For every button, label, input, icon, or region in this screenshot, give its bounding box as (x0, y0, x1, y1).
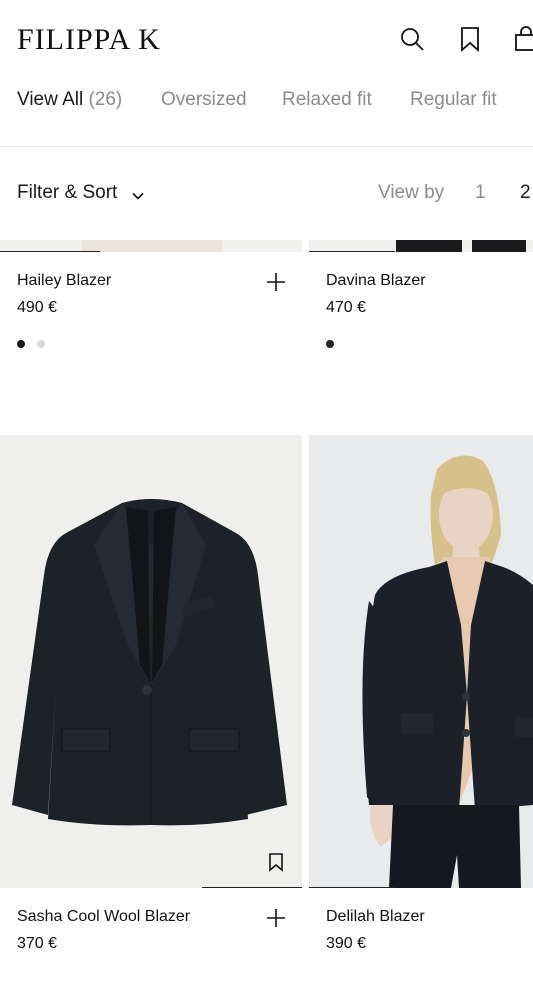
filter-sort-button[interactable]: Filter & Sort (17, 181, 145, 205)
tab-label: Regular fit (410, 89, 497, 110)
search-icon[interactable] (399, 26, 425, 52)
add-to-bag-icon[interactable] (266, 272, 286, 292)
tab-oversized[interactable]: Oversized (161, 88, 247, 112)
color-swatch[interactable] (17, 340, 25, 348)
view-by-label: View by (378, 182, 445, 203)
site-header: FILIPPA K (0, 0, 533, 78)
tab-view-all[interactable]: View All (26) (17, 88, 122, 112)
product-image-sasha[interactable] (0, 435, 302, 888)
color-swatch[interactable] (326, 340, 334, 348)
add-to-bag-icon[interactable] (266, 908, 286, 928)
bookmark-icon[interactable] (457, 26, 483, 52)
product-name[interactable]: Davina Blazer (326, 271, 426, 291)
view-option-2[interactable]: 2 (520, 181, 531, 205)
garment-hem (82, 240, 222, 252)
category-tabs: View All (26) Oversized Relaxed fit Regu… (0, 82, 533, 118)
garment-hem (472, 240, 526, 252)
garment-hem (396, 240, 462, 252)
divider (0, 146, 533, 147)
image-progress-line (202, 887, 302, 888)
color-swatch[interactable] (37, 340, 45, 348)
tab-label: Relaxed fit (282, 89, 372, 110)
bag-icon[interactable] (513, 26, 533, 52)
tab-label: View All (17, 89, 84, 110)
product-image-hailey[interactable] (0, 240, 302, 252)
product-name[interactable]: Sasha Cool Wool Blazer (17, 907, 190, 927)
product-price: 390 € (326, 935, 367, 952)
model-photo-illustration (362, 455, 533, 888)
product-price: 470 € (326, 299, 367, 316)
chevron-down-icon (131, 186, 145, 200)
filter-sort-label: Filter & Sort (17, 182, 118, 203)
image-progress-line (309, 887, 395, 888)
product-price: 370 € (17, 935, 58, 952)
product-name[interactable]: Delilah Blazer (326, 907, 425, 927)
product-price: 490 € (17, 299, 58, 316)
product-name[interactable]: Hailey Blazer (17, 271, 111, 291)
image-progress-line (0, 251, 100, 252)
tab-regular-fit[interactable]: Regular fit (410, 88, 497, 112)
brand-logo[interactable]: FILIPPA K (17, 24, 161, 56)
tab-count: (26) (88, 89, 123, 110)
tab-relaxed-fit[interactable]: Relaxed fit (282, 88, 372, 112)
product-image-davina[interactable] (309, 240, 533, 252)
image-progress-line (309, 251, 395, 252)
tab-label: Oversized (161, 89, 247, 110)
product-image-delilah[interactable] (309, 435, 533, 888)
blazer-flat-illustration (12, 499, 287, 826)
bookmark-icon[interactable] (267, 852, 285, 872)
view-option-1[interactable]: 1 (475, 181, 486, 205)
